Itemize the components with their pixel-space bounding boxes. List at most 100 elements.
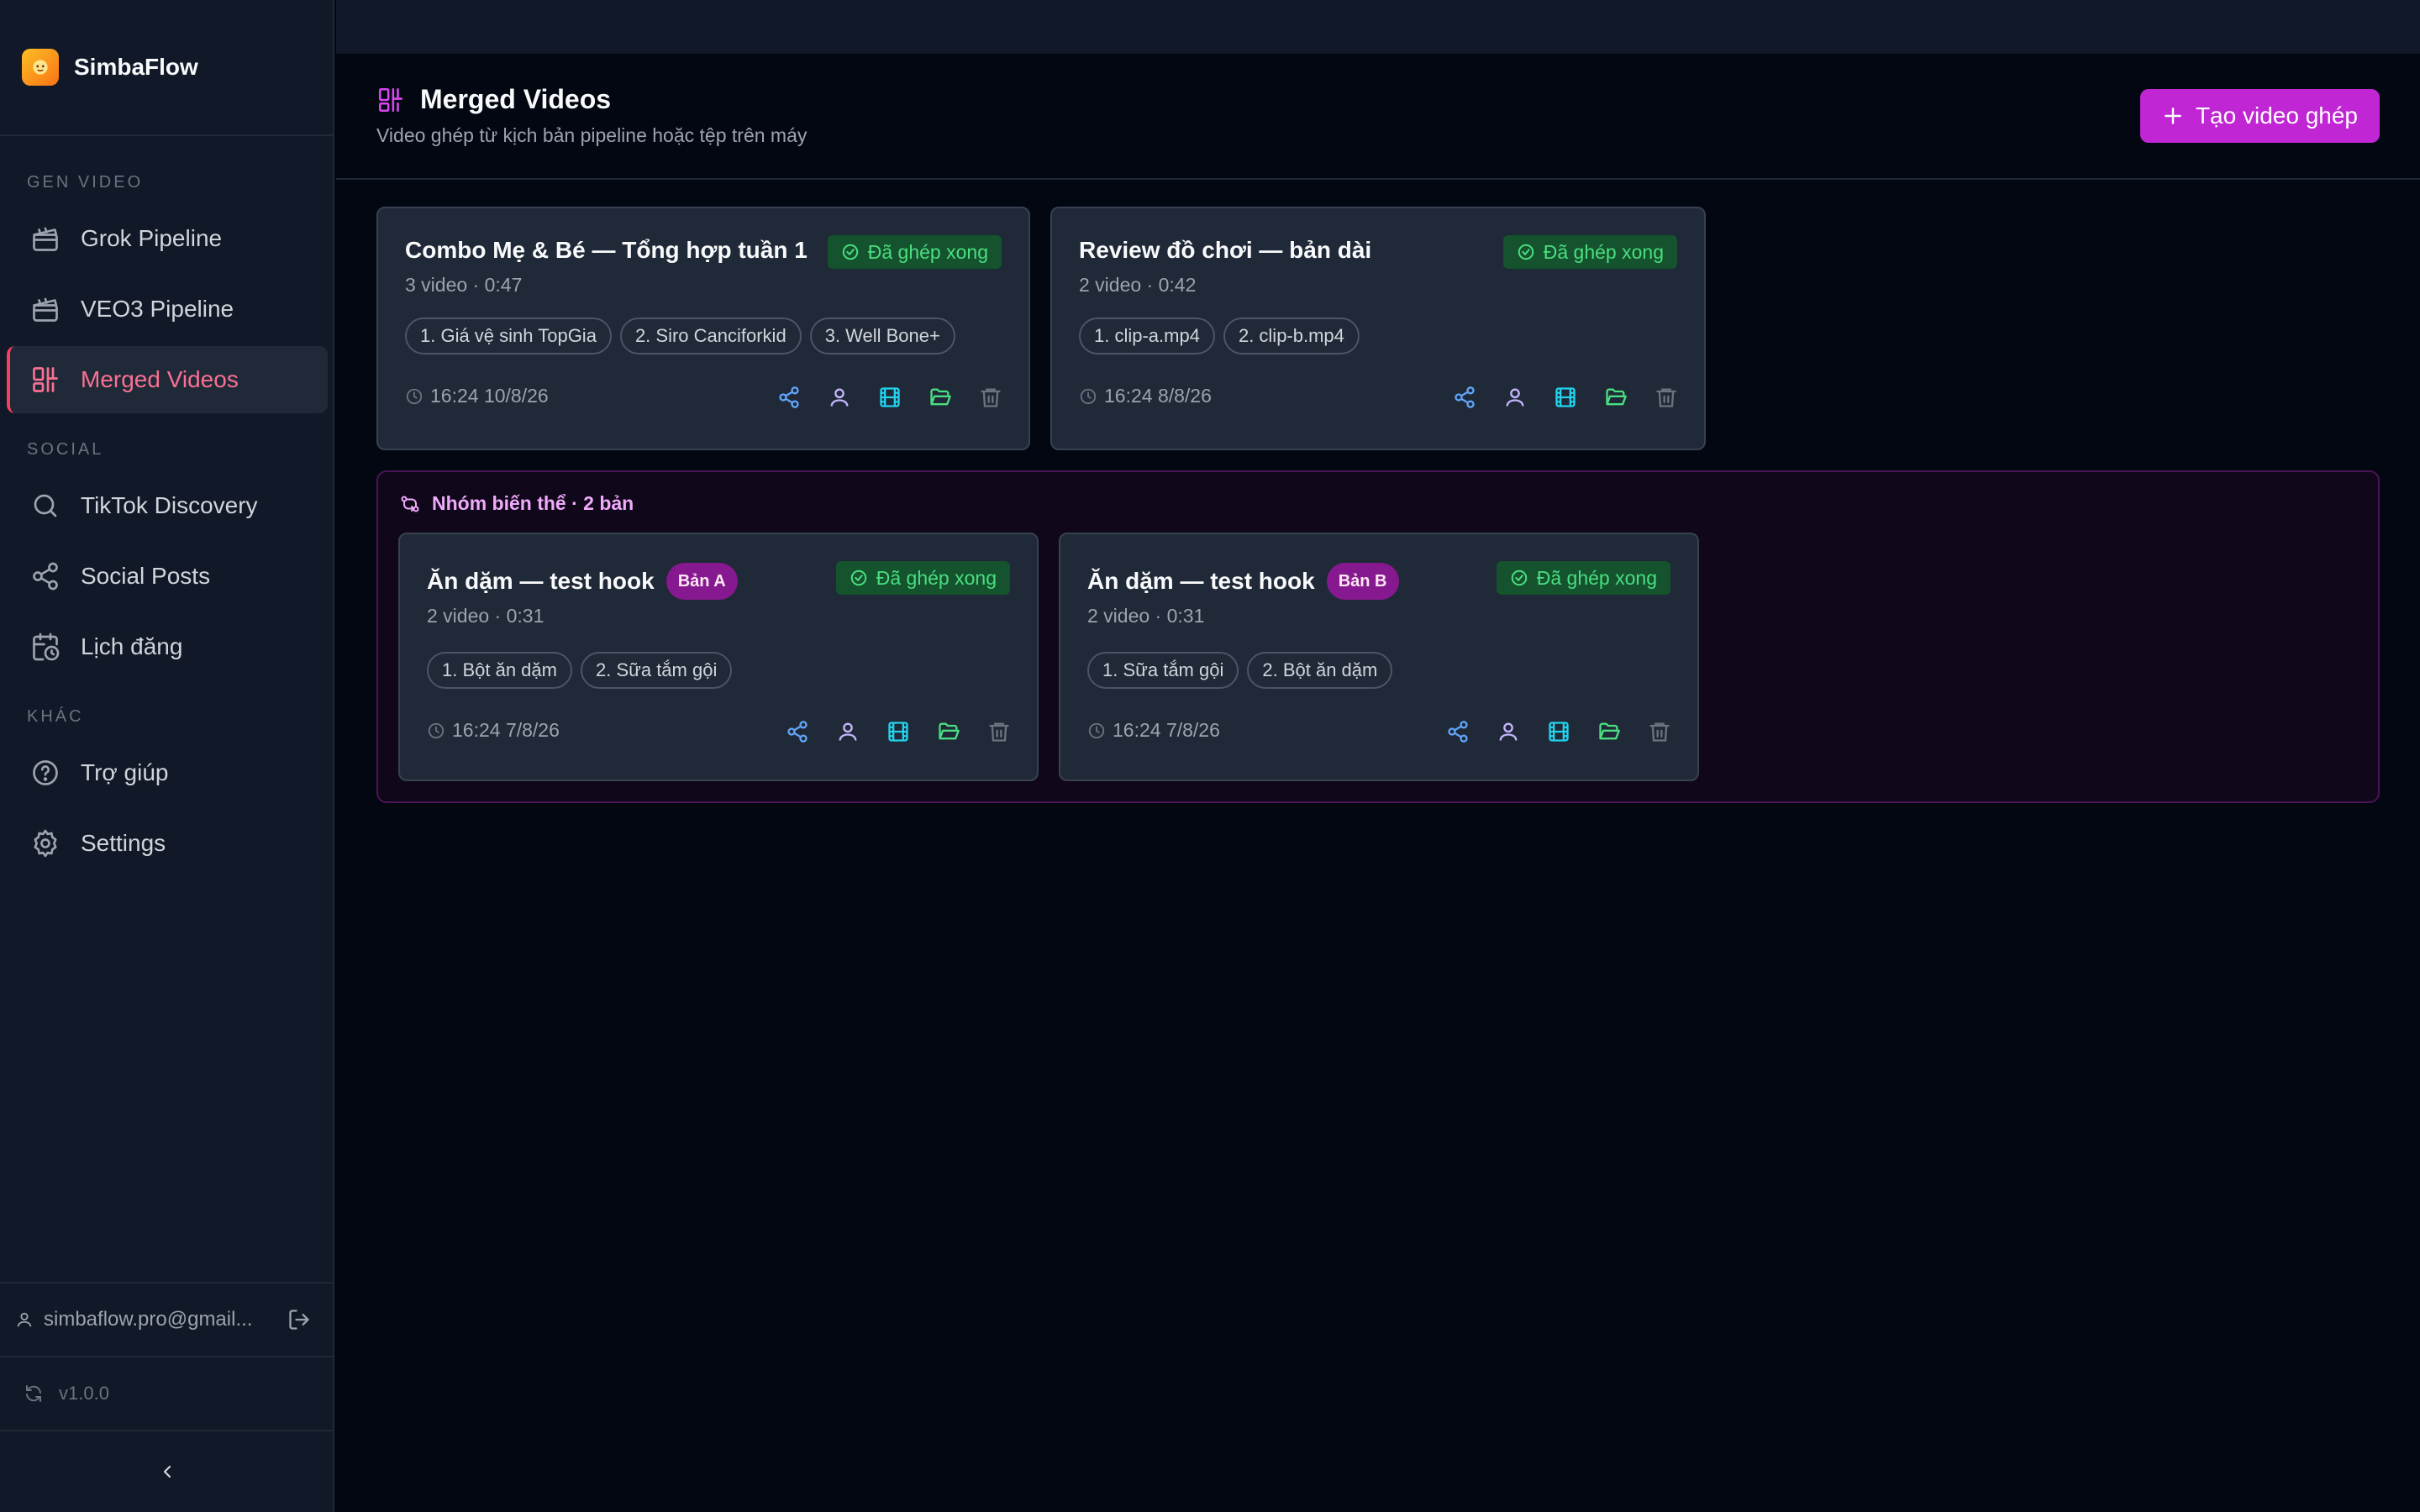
card-timestamp: 16:24 7/8/26 [427,719,560,742]
logout-icon[interactable] [287,1308,311,1331]
sidebar-item-grok-pipeline[interactable]: Grok Pipeline [7,205,328,272]
help-circle-icon [30,758,60,788]
user-icon[interactable] [1502,385,1528,410]
status-badge: Đã ghép xong [835,561,1010,595]
clip-chip: 1. clip-a.mp4 [1079,318,1215,354]
user-row: simbaflow.pro@gmail... [0,1282,334,1356]
variant-group: Nhóm biến thể · 2 bản Ăn dặm — test hook… [376,470,2380,803]
sidebar-item-social-posts[interactable]: Social Posts [7,543,328,610]
share-icon [30,561,60,591]
lion-logo-icon [22,49,59,86]
status-label: Đã ghép xong [1543,240,1664,263]
section-label-gen-video: GEN VIDEO [27,173,144,192]
section-label-khac: KHÁC [27,707,84,726]
merged-video-card-variant-a[interactable]: Ăn dặm — test hook Bản A 2 video · 0:31 … [398,533,1039,781]
card-meta: 2 video · 0:42 [1079,274,1197,296]
clip-chip: 3. Well Bone+ [809,318,955,354]
sidebar-item-tiktok-discovery[interactable]: TikTok Discovery [7,472,328,539]
card-meta: 2 video · 0:31 [1087,605,1205,627]
sidebar-item-label: Settings [81,830,166,856]
film-icon[interactable] [1553,385,1578,410]
git-compare-icon [401,496,419,512]
card-timestamp: 16:24 10/8/26 [405,385,549,407]
clock-icon [406,388,423,404]
clip-chip: 2. Siro Canciforkid [619,318,802,354]
card-title: Review đồ chơi — bản dài [1079,237,1372,263]
brand[interactable]: SimbaFlow [0,0,333,136]
status-badge: Đã ghép xong [1502,235,1677,269]
user-icon[interactable] [1496,719,1521,744]
create-merged-video-button[interactable]: Tạo video ghép [2139,89,2380,143]
section-label-social: SOCIAL [27,440,104,459]
merged-video-card[interactable]: Combo Mẹ & Bé — Tổng hợp tuần 1 3 video … [376,207,1030,450]
card-timestamp: 16:24 7/8/26 [1087,719,1220,742]
card-actions [1420,719,1672,744]
share-icon[interactable] [1445,719,1470,744]
create-button-label: Tạo video ghép [2195,102,2358,129]
folder-open-icon[interactable] [1597,719,1622,744]
card-title-text: Ăn dặm — test hook [427,568,655,594]
plus-icon [2165,108,2181,124]
merged-video-card[interactable]: Review đồ chơi — bản dài 2 video · 0:42 … [1050,207,1706,450]
folder-open-icon[interactable] [936,719,961,744]
search-icon [30,491,60,521]
card-actions [760,719,1012,744]
clock-icon [1088,722,1105,738]
user-icon [15,1310,34,1329]
check-circle-icon [1518,244,1534,260]
film-icon[interactable] [886,719,911,744]
sidebar-item-veo3-pipeline[interactable]: VEO3 Pipeline [7,276,328,343]
clip-chip: 2. Bột ăn dặm [1247,652,1393,689]
chevron-left-icon[interactable] [157,1462,177,1482]
status-badge: Đã ghép xong [827,235,1002,269]
calendar-clock-icon [30,632,60,662]
sidebar-item-label: Lịch đăng [81,633,183,659]
share-icon[interactable] [785,719,810,744]
card-title: Ăn dặm — test hook Bản B [1087,563,1399,600]
sidebar-item-tro-giup[interactable]: Trợ giúp [7,739,328,806]
clip-chip: 2. clip-b.mp4 [1223,318,1360,354]
sidebar-item-label: VEO3 Pipeline [81,296,234,322]
sidebar-item-settings[interactable]: Settings [7,810,328,877]
status-label: Đã ghép xong [867,240,988,263]
card-title: Ăn dặm — test hook Bản A [427,563,738,600]
app-version: v1.0.0 [59,1383,109,1404]
folder-open-icon[interactable] [928,385,953,410]
sidebar-item-label: TikTok Discovery [81,492,258,518]
film-icon[interactable] [877,385,902,410]
clip-chip: 2. Sữa tắm gội [580,652,733,689]
version-row: v1.0.0 [0,1356,334,1430]
sidebar-item-label: Grok Pipeline [81,225,223,251]
clip-list: 1. clip-a.mp4 2. clip-b.mp4 [1079,318,1368,354]
clapperboard-icon [30,223,60,254]
merge-icon [30,365,60,395]
share-icon[interactable] [1452,385,1477,410]
share-icon[interactable] [776,385,802,410]
clip-list: 1. Bột ăn dặm 2. Sữa tắm gội [427,652,740,689]
refresh-icon[interactable] [24,1383,44,1404]
clip-list: 1. Sữa tắm gội 2. Bột ăn dặm [1087,652,1401,689]
trash-icon[interactable] [986,719,1012,744]
clock-icon [1080,388,1097,404]
card-timestamp: 16:24 8/8/26 [1079,385,1212,407]
sidebar-item-merged-videos[interactable]: Merged Videos [7,346,328,413]
user-icon[interactable] [827,385,852,410]
status-label: Đã ghép xong [876,566,997,589]
film-icon[interactable] [1546,719,1571,744]
trash-icon[interactable] [1654,385,1679,410]
sidebar-item-label: Trợ giúp [81,759,169,785]
trash-icon[interactable] [978,385,1003,410]
clock-icon [428,722,445,738]
merged-video-card-variant-b[interactable]: Ăn dặm — test hook Bản B 2 video · 0:31 … [1059,533,1699,781]
timestamp-label: 16:24 7/8/26 [452,719,560,741]
sidebar-item-lich-dang[interactable]: Lịch đăng [7,613,328,680]
user-icon[interactable] [835,719,860,744]
card-actions [751,385,1003,410]
variant-group-title: Nhóm biến thể · 2 bản [432,492,634,514]
page-subtitle: Video ghép từ kịch bản pipeline hoặc tệp… [376,124,808,146]
app-name: SimbaFlow [74,54,198,80]
folder-open-icon[interactable] [1603,385,1628,410]
trash-icon[interactable] [1647,719,1672,744]
sidebar: SimbaFlow GEN VIDEO Grok Pipeline VEO3 P… [0,0,334,1512]
timestamp-label: 16:24 7/8/26 [1113,719,1220,741]
